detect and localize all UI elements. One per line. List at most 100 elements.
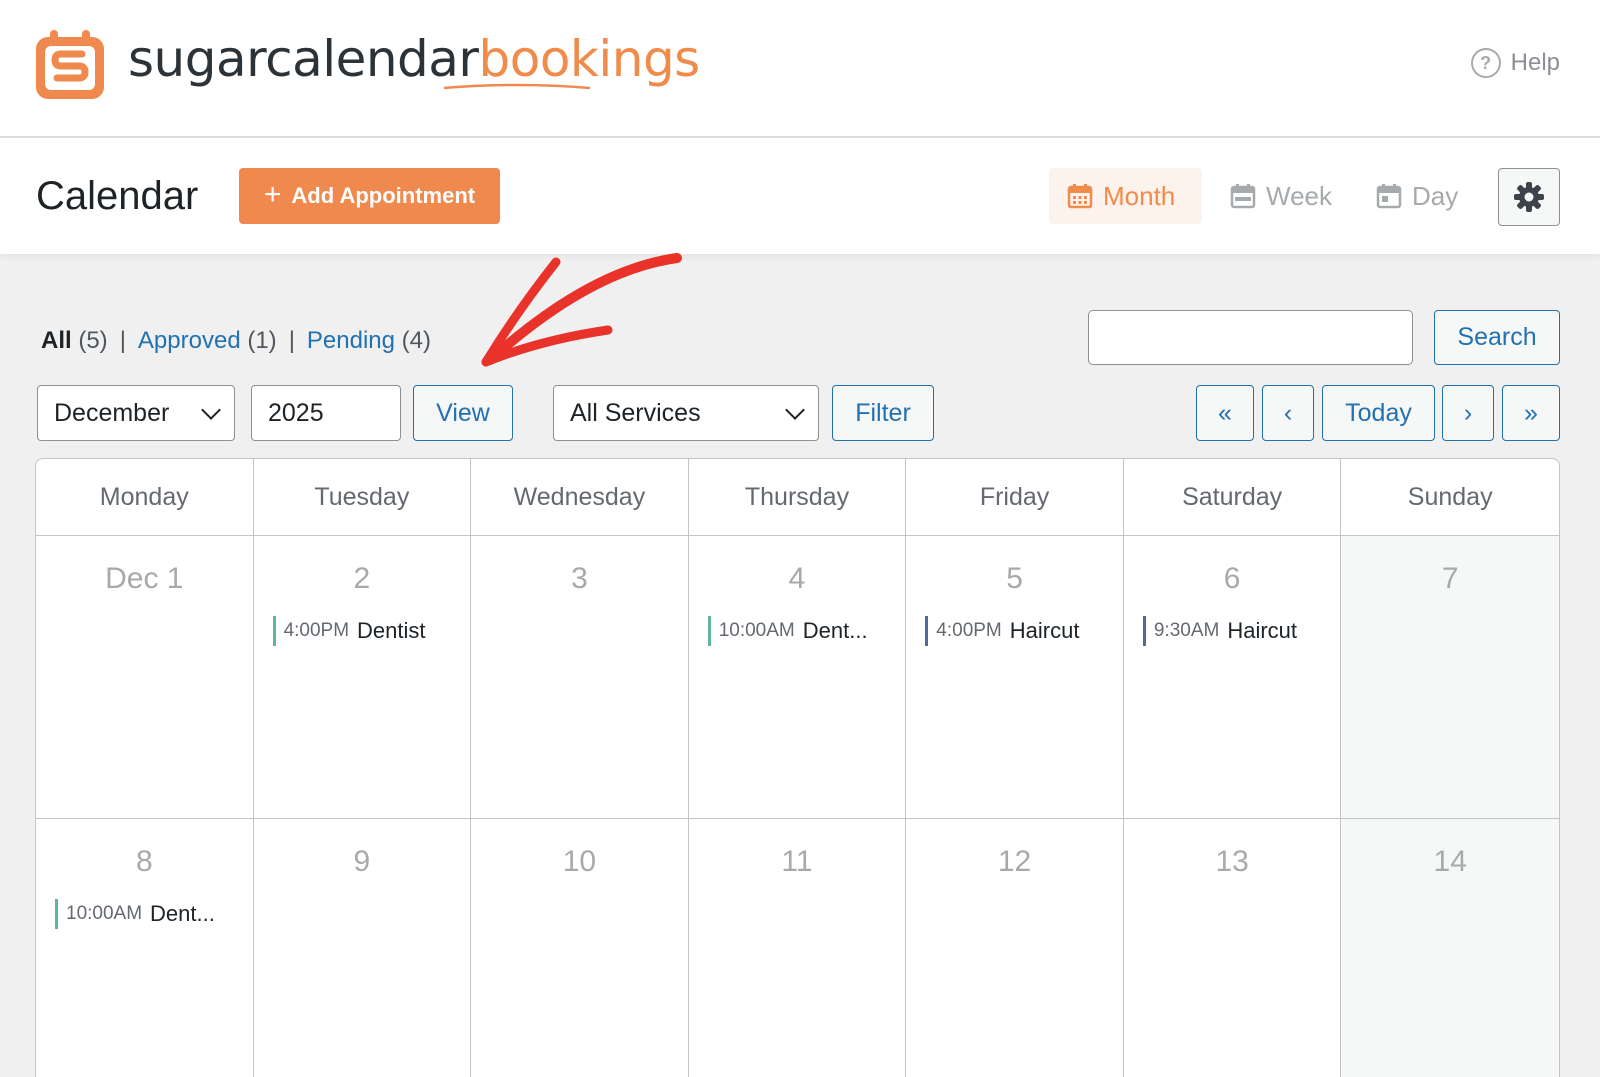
- day-cell[interactable]: Dec 1: [36, 536, 254, 818]
- tab-month-label: Month: [1103, 180, 1176, 211]
- services-select-value: All Services: [570, 398, 701, 427]
- add-appointment-button[interactable]: + Add Appointment: [239, 168, 500, 224]
- status-all-label: All: [41, 327, 72, 354]
- month-calendar: Monday Tuesday Wednesday Thursday Friday…: [35, 458, 1560, 1077]
- search-button[interactable]: Search: [1434, 310, 1560, 365]
- next-button[interactable]: ›: [1442, 385, 1494, 441]
- tab-day[interactable]: Day: [1358, 168, 1476, 224]
- status-separator: |: [119, 327, 126, 354]
- tab-week-label: Week: [1266, 180, 1332, 211]
- day-cell[interactable]: 6 9:30AM Haircut: [1124, 536, 1342, 818]
- status-separator: |: [288, 327, 295, 354]
- day-cell[interactable]: 12: [906, 819, 1124, 1077]
- day-number: 13: [1215, 845, 1249, 878]
- filter-button[interactable]: Filter: [832, 385, 934, 441]
- page-header: Calendar + Add Appointment Month Week Da…: [0, 138, 1600, 254]
- weekday-wednesday: Wednesday: [471, 459, 689, 535]
- services-select[interactable]: All Services: [553, 385, 819, 441]
- event-title: Haircut: [1227, 618, 1298, 643]
- status-all[interactable]: All (5): [41, 327, 108, 355]
- day-cell[interactable]: 8 10:00AM Dent...: [36, 819, 254, 1077]
- add-appointment-label: Add Appointment: [291, 183, 476, 208]
- tab-day-label: Day: [1412, 180, 1459, 211]
- event-time: 9:30AM: [1153, 620, 1220, 641]
- status-pending-count: (4): [401, 327, 432, 354]
- status-pending-link[interactable]: Pending: [307, 327, 395, 354]
- brand-part-1: sugarcalendar: [128, 30, 479, 88]
- day-cell[interactable]: 2 4:00PM Dentist: [254, 536, 472, 818]
- question-circle-icon: ?: [1470, 48, 1501, 78]
- status-pending[interactable]: Pending (4): [307, 327, 431, 355]
- view-button[interactable]: View: [413, 385, 513, 441]
- annotation-arrow-icon: [481, 253, 682, 367]
- day-number: 5: [1006, 562, 1023, 595]
- event-title: Haircut: [1009, 618, 1080, 643]
- day-number: 10: [562, 845, 597, 878]
- day-number: 4: [788, 562, 806, 595]
- previous-button[interactable]: ‹: [1262, 385, 1314, 441]
- today-button[interactable]: Today: [1322, 385, 1435, 441]
- day-number: 11: [781, 845, 813, 878]
- help-link[interactable]: ? Help: [1470, 48, 1560, 78]
- status-filter-links: All (5) | Approved (1) | Pending (4): [41, 327, 431, 355]
- tab-week[interactable]: Week: [1212, 168, 1350, 224]
- settings-button[interactable]: [1498, 168, 1560, 226]
- event-time: 4:00PM: [283, 620, 350, 641]
- event-time: 10:00AM: [66, 903, 143, 924]
- event-title: Dent...: [802, 618, 868, 643]
- weekday-thursday: Thursday: [689, 459, 907, 535]
- day-number: 14: [1433, 845, 1467, 878]
- appointment-event[interactable]: 9:30AM Haircut: [1142, 616, 1341, 646]
- month-select-value: December: [54, 398, 170, 427]
- status-approved-link[interactable]: Approved: [138, 327, 241, 354]
- day-cell[interactable]: 13: [1124, 819, 1342, 1077]
- tab-month[interactable]: Month: [1049, 168, 1202, 224]
- day-number: 8: [135, 845, 153, 878]
- appointment-event[interactable]: 4:00PM Dentist: [272, 616, 471, 646]
- gear-icon: [1514, 182, 1544, 212]
- event-title: Dent...: [150, 901, 215, 926]
- brand-bar: sugarcalendarbookings ? Help: [0, 0, 1600, 138]
- status-all-count: (5): [78, 327, 108, 354]
- plus-icon: +: [263, 177, 282, 211]
- day-cell[interactable]: 9: [254, 819, 472, 1077]
- day-number: 3: [571, 562, 588, 595]
- week-row: 8 10:00AM Dent... 9 10 11 12 13 14: [36, 819, 1559, 1077]
- weekday-tuesday: Tuesday: [254, 459, 472, 535]
- brand-underline-swoosh: [443, 83, 591, 90]
- search-input[interactable]: [1088, 310, 1413, 365]
- chevron-down-icon: [201, 400, 221, 420]
- status-approved[interactable]: Approved (1): [138, 327, 277, 355]
- year-input[interactable]: 2025: [251, 385, 401, 441]
- weekday-monday: Monday: [36, 459, 254, 535]
- weekday-header: Monday Tuesday Wednesday Thursday Friday…: [36, 459, 1559, 536]
- day-cell[interactable]: 11: [689, 819, 907, 1077]
- calendar-week-icon: [1230, 184, 1256, 209]
- help-label: Help: [1510, 49, 1560, 76]
- weekday-saturday: Saturday: [1124, 459, 1342, 535]
- weekday-sunday: Sunday: [1407, 482, 1493, 511]
- week-row: Dec 1 2 4:00PM Dentist 3 4 10:00AM Dent.…: [36, 536, 1559, 819]
- event-time: 10:00AM: [718, 620, 795, 641]
- chevron-down-icon: [785, 400, 805, 420]
- page-title: Calendar: [36, 174, 199, 218]
- appointment-event[interactable]: 4:00PM Haircut: [925, 616, 1123, 646]
- day-cell[interactable]: 14: [1341, 819, 1559, 1077]
- appointment-event[interactable]: 10:00AM Dent...: [55, 899, 253, 929]
- status-approved-count: (1): [247, 327, 277, 354]
- day-number: 6: [1223, 562, 1241, 595]
- calendar-day-icon: [1376, 184, 1402, 209]
- first-page-button[interactable]: «: [1196, 385, 1254, 441]
- day-cell[interactable]: 4 10:00AM Dent...: [689, 536, 907, 818]
- day-cell[interactable]: 7: [1341, 536, 1559, 818]
- last-page-button[interactable]: »: [1502, 385, 1560, 441]
- appointment-event[interactable]: 10:00AM Dent...: [707, 616, 906, 646]
- month-select[interactable]: December: [37, 385, 235, 441]
- day-number: Dec 1: [105, 562, 184, 595]
- event-title: Dentist: [357, 618, 426, 643]
- day-number: 9: [353, 845, 371, 878]
- day-cell[interactable]: 5 4:00PM Haircut: [906, 536, 1124, 818]
- day-cell[interactable]: 10: [471, 819, 689, 1077]
- day-cell[interactable]: 3: [471, 536, 689, 818]
- calendar-month-icon: [1067, 184, 1093, 209]
